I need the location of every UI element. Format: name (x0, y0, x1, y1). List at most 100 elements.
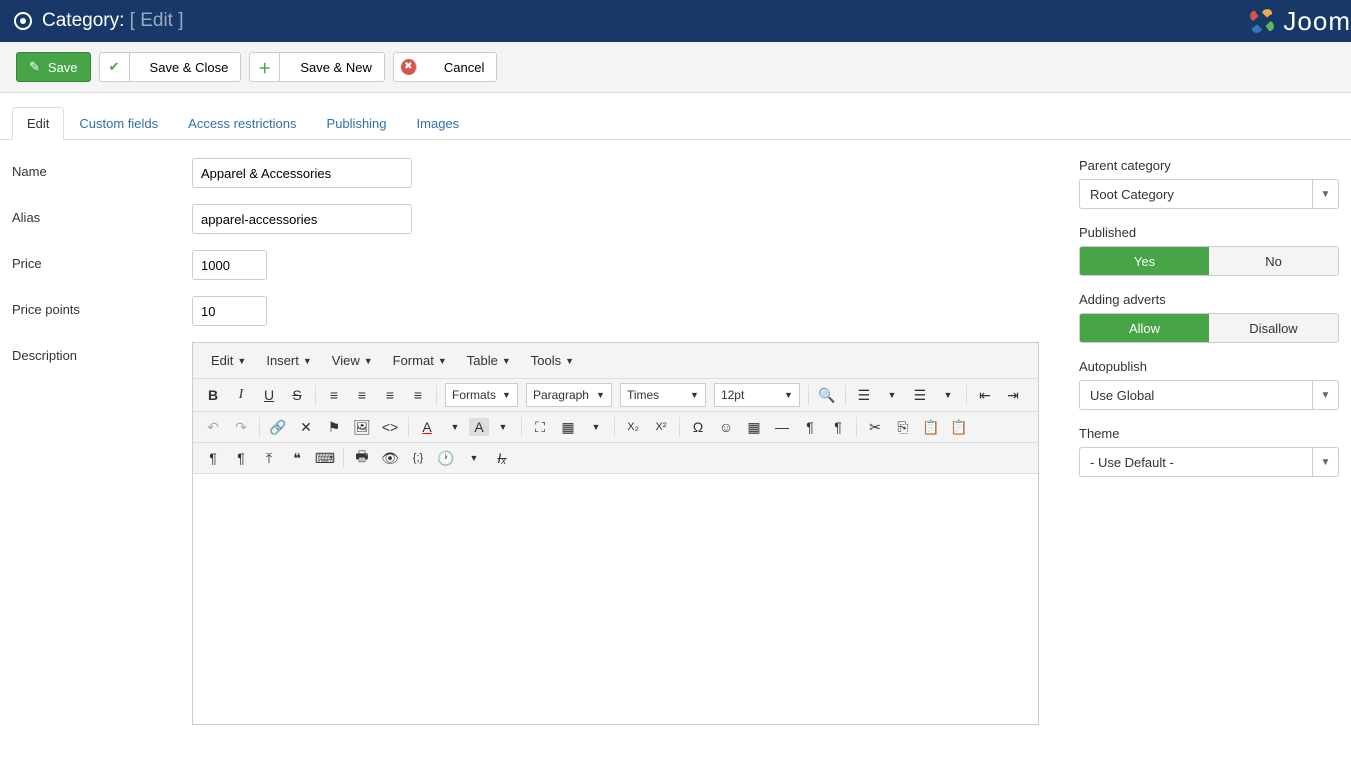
menu-edit[interactable]: Edit▼ (201, 347, 256, 374)
keyboard-icon[interactable]: ⌨ (311, 445, 339, 471)
emoji-icon[interactable]: ☺ (712, 414, 740, 440)
template-icon[interactable]: {;} (404, 445, 432, 471)
save-new-button[interactable]: ＋ Save & New (249, 52, 385, 82)
action-toolbar: ✎ Save ✔ Save & Close ＋ Save & New ✖ Can… (0, 42, 1351, 93)
bold-icon[interactable]: B (199, 382, 227, 408)
tab-edit[interactable]: Edit (12, 107, 64, 140)
check-icon: ✔ (100, 53, 130, 81)
number-list-icon[interactable]: ☰ (906, 382, 934, 408)
save-close-button[interactable]: ✔ Save & Close (99, 52, 242, 82)
paste-text-icon[interactable]: 📋 (945, 414, 973, 440)
align-justify-icon[interactable]: ≡ (404, 382, 432, 408)
sidebar: Parent category Root Category ▼ Publishe… (1079, 158, 1339, 741)
menu-tools[interactable]: Tools▼ (521, 347, 584, 374)
size-select[interactable]: 12pt▼ (714, 383, 800, 407)
adverts-label: Adding adverts (1079, 292, 1339, 307)
ltr-icon[interactable]: ¶ (796, 414, 824, 440)
strike-icon[interactable]: S (283, 382, 311, 408)
font-select[interactable]: Times▼ (620, 383, 706, 407)
fullscreen-icon[interactable]: ⛶ (526, 414, 554, 440)
underline-icon[interactable]: U (255, 382, 283, 408)
hr-icon[interactable]: — (768, 414, 796, 440)
unlink-icon[interactable]: ✕ (292, 414, 320, 440)
bg-color-caret[interactable]: ▼ (489, 414, 517, 440)
editor-content[interactable] (193, 474, 1038, 724)
menu-table[interactable]: Table▼ (457, 347, 521, 374)
title-prefix: Category: (42, 10, 124, 31)
anchor-icon[interactable]: ⚑ (320, 414, 348, 440)
preview-icon[interactable]: 👁 (376, 445, 404, 471)
image-icon[interactable]: 🖼 (348, 414, 376, 440)
bullet-list-icon[interactable]: ☰ (850, 382, 878, 408)
para-ltr-icon[interactable]: ¶ (199, 445, 227, 471)
title-suffix: [ Edit ] (130, 10, 184, 31)
published-toggle[interactable]: Yes No (1079, 246, 1339, 276)
parent-select[interactable]: Root Category ▼ (1079, 179, 1339, 209)
datetime-caret[interactable]: ▼ (460, 445, 488, 471)
parent-label: Parent category (1079, 158, 1339, 173)
redo-icon[interactable]: ↷ (227, 414, 255, 440)
text-color-icon[interactable]: A (413, 414, 441, 440)
name-label: Name (12, 158, 192, 179)
points-input[interactable] (192, 296, 267, 326)
description-label: Description (12, 342, 192, 363)
link-icon[interactable]: 🔗 (264, 414, 292, 440)
rtl-icon[interactable]: ¶ (824, 414, 852, 440)
bg-color-icon[interactable]: A (469, 418, 489, 436)
paragraph-select[interactable]: Paragraph▼ (526, 383, 612, 407)
number-caret-icon[interactable]: ▼ (934, 382, 962, 408)
superscript-icon[interactable]: X² (647, 414, 675, 440)
theme-label: Theme (1079, 426, 1339, 441)
code-icon[interactable]: <> (376, 414, 404, 440)
clear-format-icon[interactable]: Iₓ (488, 445, 516, 471)
save-button[interactable]: ✎ Save (16, 52, 91, 82)
tab-custom-fields[interactable]: Custom fields (64, 107, 173, 139)
subscript-icon[interactable]: X₂ (619, 414, 647, 440)
formats-select[interactable]: Formats▼ (445, 383, 518, 407)
autopublish-select[interactable]: Use Global ▼ (1079, 380, 1339, 410)
tab-publishing[interactable]: Publishing (312, 107, 402, 139)
table-icon[interactable]: ▦ (554, 414, 582, 440)
alias-input[interactable] (192, 204, 412, 234)
find-icon[interactable]: 🔍 (813, 382, 841, 408)
bullet-caret-icon[interactable]: ▼ (878, 382, 906, 408)
tab-images[interactable]: Images (402, 107, 475, 139)
adverts-toggle[interactable]: Allow Disallow (1079, 313, 1339, 343)
main-form: Name Alias Price Price points Descriptio… (12, 158, 1039, 741)
menu-insert[interactable]: Insert▼ (256, 347, 321, 374)
align-left-icon[interactable]: ≡ (320, 382, 348, 408)
tab-access[interactable]: Access restrictions (173, 107, 311, 139)
datetime-icon[interactable]: 🕐 (432, 445, 460, 471)
published-yes[interactable]: Yes (1080, 247, 1209, 275)
brand-logo: Joom (1245, 0, 1351, 42)
align-center-icon[interactable]: ≡ (348, 382, 376, 408)
outdent-icon[interactable]: ⇤ (971, 382, 999, 408)
quote-icon[interactable]: ❝ (283, 445, 311, 471)
media-icon[interactable]: ▦ (740, 414, 768, 440)
cancel-button[interactable]: ✖ Cancel (393, 52, 497, 82)
cancel-icon: ✖ (401, 59, 417, 75)
adverts-disallow[interactable]: Disallow (1209, 314, 1338, 342)
adverts-allow[interactable]: Allow (1080, 314, 1209, 342)
special-char-icon[interactable]: Ω (684, 414, 712, 440)
published-no[interactable]: No (1209, 247, 1338, 275)
italic-icon[interactable]: I (227, 382, 255, 408)
paste-icon[interactable]: 📋 (917, 414, 945, 440)
points-label: Price points (12, 296, 192, 317)
align-right-icon[interactable]: ≡ (376, 382, 404, 408)
upload-icon[interactable]: ⤒ (255, 445, 283, 471)
editor-toolbar-3: ¶ ¶ ⤒ ❝ ⌨ 🖶 👁 {;} 🕐 ▼ Iₓ (193, 443, 1038, 474)
text-color-caret[interactable]: ▼ (441, 414, 469, 440)
menu-format[interactable]: Format▼ (383, 347, 457, 374)
menu-view[interactable]: View▼ (322, 347, 383, 374)
indent-icon[interactable]: ⇥ (999, 382, 1027, 408)
theme-select[interactable]: - Use Default - ▼ (1079, 447, 1339, 477)
copy-icon[interactable]: ⎘ (889, 414, 917, 440)
print-icon[interactable]: 🖶 (348, 445, 376, 471)
table-caret[interactable]: ▼ (582, 414, 610, 440)
undo-icon[interactable]: ↶ (199, 414, 227, 440)
name-input[interactable] (192, 158, 412, 188)
cut-icon[interactable]: ✂ (861, 414, 889, 440)
price-input[interactable] (192, 250, 267, 280)
para-rtl-icon[interactable]: ¶ (227, 445, 255, 471)
